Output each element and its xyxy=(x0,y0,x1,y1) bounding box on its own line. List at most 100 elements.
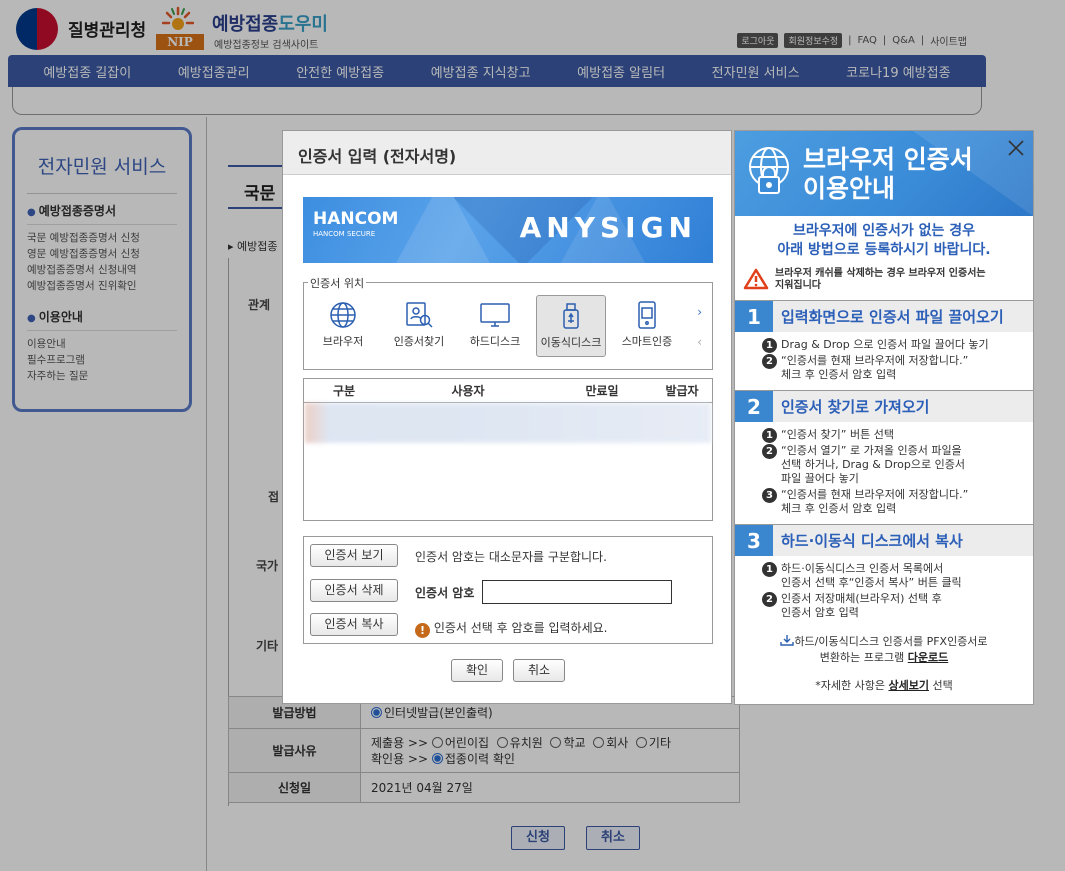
password-label: 인증서 암호 xyxy=(415,586,475,600)
step-number: 2 xyxy=(762,444,777,459)
certificate-list-header: 구분 사용자 만료일 발급자 xyxy=(304,379,712,403)
smartphone-icon xyxy=(638,301,656,329)
certificate-dialog: 인증서 입력 (전자서명) HANCOM HANCOM SECURE ANYSI… xyxy=(282,130,732,704)
warning-line: 브라우저 캐쉬를 삭제하는 경우 브라우저 인증서는 xyxy=(775,268,986,279)
location-label: 이동식디스크 xyxy=(540,336,602,349)
location-removable-disk-selected[interactable]: 이동식디스크 xyxy=(536,295,606,357)
guide-section-1: 1 입력화면으로 인증서 파일 끌어오기 xyxy=(735,300,1033,332)
password-input[interactable] xyxy=(482,580,672,604)
cache-warning: 브라우저 캐쉬를 삭제하는 경우 브라우저 인증서는 지워집니다 xyxy=(735,260,1033,292)
delete-certificate-button[interactable]: 인증서 삭제 xyxy=(310,579,398,602)
monitor-icon xyxy=(480,303,510,327)
download-line: 변환하는 프로그램 xyxy=(819,651,908,664)
step-line: 파일 끌어다 놓기 xyxy=(781,472,859,485)
column-type: 구분 xyxy=(332,384,356,398)
detail-link[interactable]: 상세보기 xyxy=(888,679,928,692)
step: 1 Drag & Drop 으로 인증서 파일 끌어다 놓기 xyxy=(762,338,1023,353)
warning-line: 지워집니다 xyxy=(775,280,821,291)
ok-button[interactable]: 확인 xyxy=(451,659,503,682)
location-label: 스마트인증 xyxy=(621,335,673,348)
step-line: “인증서를 현재 브라우저에 저장합니다.” xyxy=(781,354,969,367)
step-line: 하드·이동식디스크 인증서 목록에서 xyxy=(781,562,944,575)
certificate-list: 구분 사용자 만료일 발급자 xyxy=(303,378,713,521)
dialog-cancel-button[interactable]: 취소 xyxy=(513,659,565,682)
certificate-row-blurred[interactable] xyxy=(305,403,711,443)
download-link[interactable]: 다운로드 xyxy=(908,651,948,664)
guide-section-3: 3 하드·이동식 디스크에서 복사 xyxy=(735,524,1033,556)
guide-title: 브라우저 인증서 이용안내 xyxy=(803,145,973,203)
step-line: 인증서 암호 입력 xyxy=(781,606,859,619)
guide-section-2: 2 인증서 찾기로 가져오기 xyxy=(735,390,1033,422)
detail-notice: *자세한 사항은 상세보기 선택 xyxy=(735,678,1033,694)
copy-certificate-button[interactable]: 인증서 복사 xyxy=(310,613,398,636)
section-number: 2 xyxy=(735,391,773,422)
hancom-sub: HANCOM SECURE xyxy=(313,230,376,238)
column-issuer: 발급자 xyxy=(665,384,699,398)
case-sensitive-notice: 인증서 암호는 대소문자를 구분합니다. xyxy=(415,550,607,564)
globe-lock-icon xyxy=(749,147,789,194)
step-number: 3 xyxy=(762,488,777,503)
download-notice: 하드/이동식디스크 인증서를 PFX인증서로 변환하는 프로그램 다운로드 xyxy=(735,634,1033,666)
view-certificate-button[interactable]: 인증서 보기 xyxy=(310,544,398,567)
step: 2 “인증서 열기” 로 가져올 인증서 파일을 선택 하거나, Drag & Dr… xyxy=(762,444,1023,486)
location-harddisk[interactable]: 하드디스크 xyxy=(460,295,530,357)
guide-header: 브라우저 인증서 이용안내 xyxy=(735,131,1033,216)
step: 2 “인증서를 현재 브라우저에 저장합니다.” 체크 후 인증서 암호 입력 xyxy=(762,354,1023,382)
step-line: “인증서 열기” 로 가져올 인증서 파일을 xyxy=(781,444,962,457)
guide-title-line1: 브라우저 인증서 xyxy=(803,145,973,174)
step-line: 체크 후 인증서 암호 입력 xyxy=(781,502,897,515)
location-label: 인증서찾기 xyxy=(393,335,445,348)
certificate-location-group: 인증서 위치 브라우저 인증서찾기 하드디스크 이동식디스크 스마트인증 › ‹ xyxy=(303,275,713,370)
warning-triangle-icon xyxy=(743,268,769,290)
step-line: 인증서 저장매체(브라우저) 선택 후 xyxy=(781,592,942,605)
step: 1 “인증서 찾기” 버튼 선택 xyxy=(762,428,1023,443)
download-line: 하드/이동식디스크 인증서를 PFX인증서로 xyxy=(794,635,988,648)
next-arrow-icon[interactable]: › xyxy=(697,305,702,319)
dialog-title: 인증서 입력 (전자서명) xyxy=(283,131,731,175)
location-label: 하드디스크 xyxy=(469,335,521,348)
step-number: 1 xyxy=(762,562,777,577)
intro-line: 아래 방법으로 등록하시기 바랍니다. xyxy=(777,242,991,258)
exclamation-icon: ! xyxy=(415,623,430,638)
location-smart[interactable]: 스마트인증 xyxy=(612,295,682,357)
column-expiry: 만료일 xyxy=(585,384,619,398)
step-line: “인증서 찾기” 버튼 선택 xyxy=(781,428,894,441)
section-number: 1 xyxy=(735,301,773,332)
column-user: 사용자 xyxy=(451,384,485,398)
section-3-steps: 1 하드·이동식디스크 인증서 목록에서 인증서 선택 후“인증서 복사” 버튼 클… xyxy=(735,556,1033,620)
location-label: 브라우저 xyxy=(322,335,364,348)
step-number: 2 xyxy=(762,354,777,369)
intro-line: 브라우저에 인증서가 없는 경우 xyxy=(792,223,976,239)
step-line: “인증서를 현재 브라우저에 저장합니다.” xyxy=(781,488,969,501)
section-title: 입력화면으로 인증서 파일 끌어오기 xyxy=(773,301,1033,332)
download-icon xyxy=(780,635,795,646)
password-panel: 인증서 보기 인증서 삭제 인증서 복사 인증서 암호는 대소문자를 구분합니다… xyxy=(303,536,713,644)
hancom-logo: HANCOM xyxy=(313,209,399,229)
location-legend: 인증서 위치 xyxy=(308,275,367,291)
step-number: 1 xyxy=(762,428,777,443)
usb-icon xyxy=(563,303,579,329)
section-title: 하드·이동식 디스크에서 복사 xyxy=(773,525,1033,556)
globe-icon xyxy=(330,302,356,328)
step-line: 인증서 선택 후“인증서 복사” 버튼 클릭 xyxy=(781,576,962,589)
prev-arrow-icon[interactable]: ‹ xyxy=(697,335,702,349)
step-line: Drag & Drop 으로 인증서 파일 끌어다 놓기 xyxy=(781,338,989,351)
section-title: 인증서 찾기로 가져오기 xyxy=(773,391,1033,422)
close-icon[interactable] xyxy=(1005,137,1027,159)
location-find[interactable]: 인증서찾기 xyxy=(384,295,454,357)
step-number: 1 xyxy=(762,338,777,353)
section-number: 3 xyxy=(735,525,773,556)
step: 1 하드·이동식디스크 인증서 목록에서 인증서 선택 후“인증서 복사” 버튼 클… xyxy=(762,562,1023,590)
guide-intro: 브라우저에 인증서가 없는 경우 아래 방법으로 등록하시기 바랍니다. xyxy=(735,222,1033,260)
anysign-logo: ANYSIGN xyxy=(519,211,697,244)
step: 2 인증서 저장매체(브라우저) 선택 후 인증서 암호 입력 xyxy=(762,592,1023,620)
location-browser[interactable]: 브라우저 xyxy=(308,295,378,357)
step-number: 2 xyxy=(762,592,777,607)
step-line: 선택 하거나, Drag & Drop으로 인증서 xyxy=(781,458,965,471)
select-notice-text: 인증서 선택 후 암호를 입력하세요. xyxy=(433,621,608,635)
section-2-steps: 1 “인증서 찾기” 버튼 선택 2 “인증서 열기” 로 가져올 인증서 파일을 선… xyxy=(735,422,1033,516)
certificate-search-icon xyxy=(406,302,433,328)
step-line: 체크 후 인증서 암호 입력 xyxy=(781,368,897,381)
browser-certificate-guide: 브라우저 인증서 이용안내 브라우저에 인증서가 없는 경우 아래 방법으로 등… xyxy=(734,130,1034,705)
detail-prefix: *자세한 사항은 xyxy=(815,679,889,692)
